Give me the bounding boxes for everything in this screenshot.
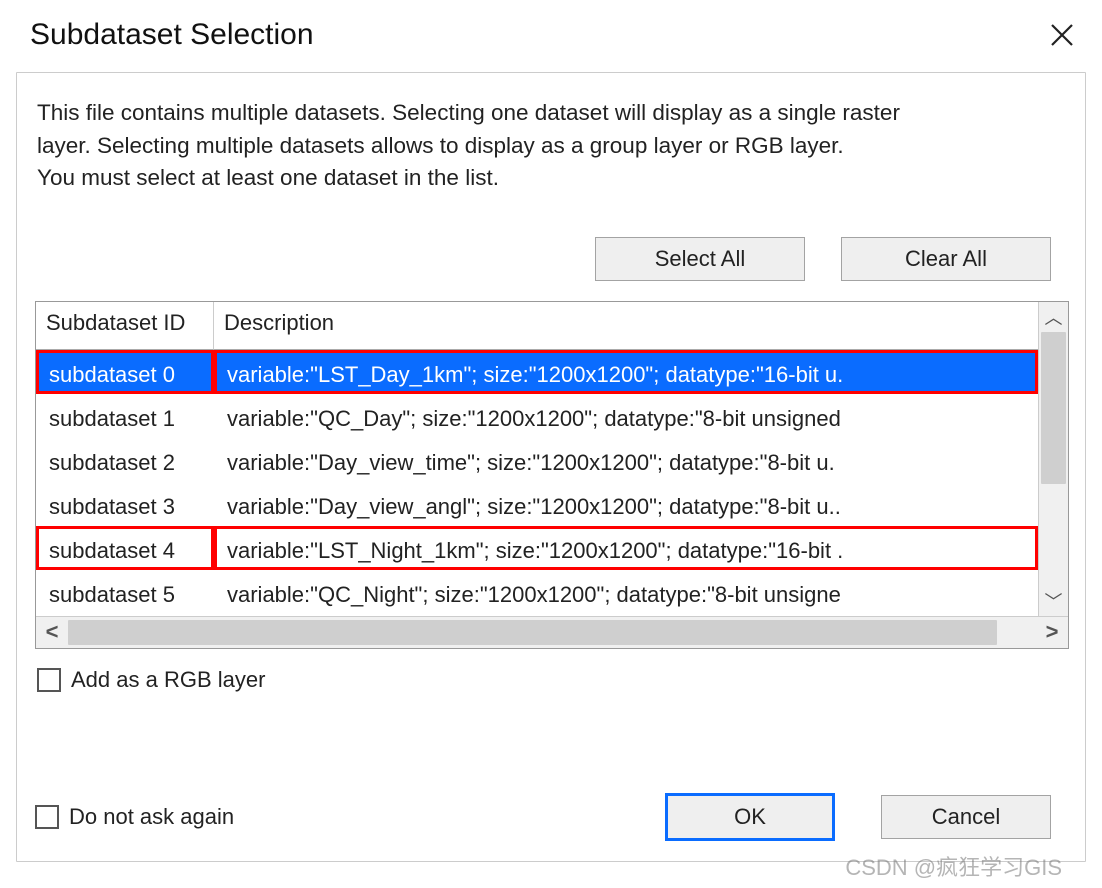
scroll-track[interactable] xyxy=(1039,332,1068,586)
intro-line-3: You must select at least one dataset in … xyxy=(37,165,499,190)
table-row[interactable]: variable:"Day_view_time"; size:"1200x120… xyxy=(214,438,1038,482)
cancel-button[interactable]: Cancel xyxy=(881,795,1051,839)
scroll-thumb[interactable] xyxy=(1041,332,1066,484)
table-row[interactable]: subdataset 2 xyxy=(36,438,214,482)
intro-text: This file contains multiple datasets. Se… xyxy=(37,97,1069,195)
column-id: Subdataset ID subdataset 0 subdataset 1 … xyxy=(36,302,214,616)
column-description: Description variable:"LST_Day_1km"; size… xyxy=(214,302,1038,616)
table-row[interactable]: subdataset 0 xyxy=(36,350,214,394)
table-row[interactable]: variable:"QC_Day"; size:"1200x1200"; dat… xyxy=(214,394,1038,438)
clear-all-button[interactable]: Clear All xyxy=(841,237,1051,281)
column-header-id[interactable]: Subdataset ID xyxy=(36,302,214,350)
table-row[interactable]: variable:"Day_view_angl"; size:"1200x120… xyxy=(214,482,1038,526)
select-all-button[interactable]: Select All xyxy=(595,237,805,281)
scroll-down-icon[interactable]: ﹀ xyxy=(1039,586,1068,616)
dont-ask-checkbox[interactable] xyxy=(35,805,59,829)
rgb-checkbox-label: Add as a RGB layer xyxy=(71,667,265,693)
table-row[interactable]: variable:"LST_Day_1km"; size:"1200x1200"… xyxy=(214,350,1038,394)
table-row[interactable]: subdataset 3 xyxy=(36,482,214,526)
vertical-scrollbar[interactable]: ︿ ﹀ xyxy=(1038,302,1068,616)
intro-line-1: This file contains multiple datasets. Se… xyxy=(37,100,900,125)
horizontal-scrollbar[interactable]: < > xyxy=(36,616,1068,648)
ok-button[interactable]: OK xyxy=(665,793,835,841)
dialog-title: Subdataset Selection xyxy=(30,18,314,52)
hscroll-thumb[interactable] xyxy=(68,620,997,645)
subdataset-table: Subdataset ID subdataset 0 subdataset 1 … xyxy=(35,301,1069,649)
close-icon[interactable] xyxy=(1048,21,1076,49)
table-row[interactable]: variable:"LST_Night_1km"; size:"1200x120… xyxy=(214,526,1038,570)
scroll-up-icon[interactable]: ︿ xyxy=(1039,302,1068,332)
bottom-row: Do not ask again OK Cancel xyxy=(35,793,1051,841)
table-row[interactable]: subdataset 5 xyxy=(36,570,214,614)
rgb-checkbox-row[interactable]: Add as a RGB layer xyxy=(37,667,1069,693)
table-row[interactable]: subdataset 1 xyxy=(36,394,214,438)
dont-ask-checkbox-row[interactable]: Do not ask again xyxy=(35,804,234,830)
table-row[interactable]: variable:"QC_Night"; size:"1200x1200"; d… xyxy=(214,570,1038,614)
column-header-description[interactable]: Description xyxy=(214,302,1038,350)
hscroll-track[interactable] xyxy=(68,617,1036,648)
bottom-buttons: OK Cancel xyxy=(665,793,1051,841)
scroll-right-icon[interactable]: > xyxy=(1036,617,1068,648)
rgb-checkbox[interactable] xyxy=(37,668,61,692)
table-row[interactable]: subdataset 4 xyxy=(36,526,214,570)
dont-ask-checkbox-label: Do not ask again xyxy=(69,804,234,830)
title-bar: Subdataset Selection xyxy=(0,0,1102,64)
intro-line-2: layer. Selecting multiple datasets allow… xyxy=(37,133,844,158)
top-button-row: Select All Clear All xyxy=(35,237,1069,281)
scroll-left-icon[interactable]: < xyxy=(36,617,68,648)
dialog-body: This file contains multiple datasets. Se… xyxy=(16,72,1086,862)
